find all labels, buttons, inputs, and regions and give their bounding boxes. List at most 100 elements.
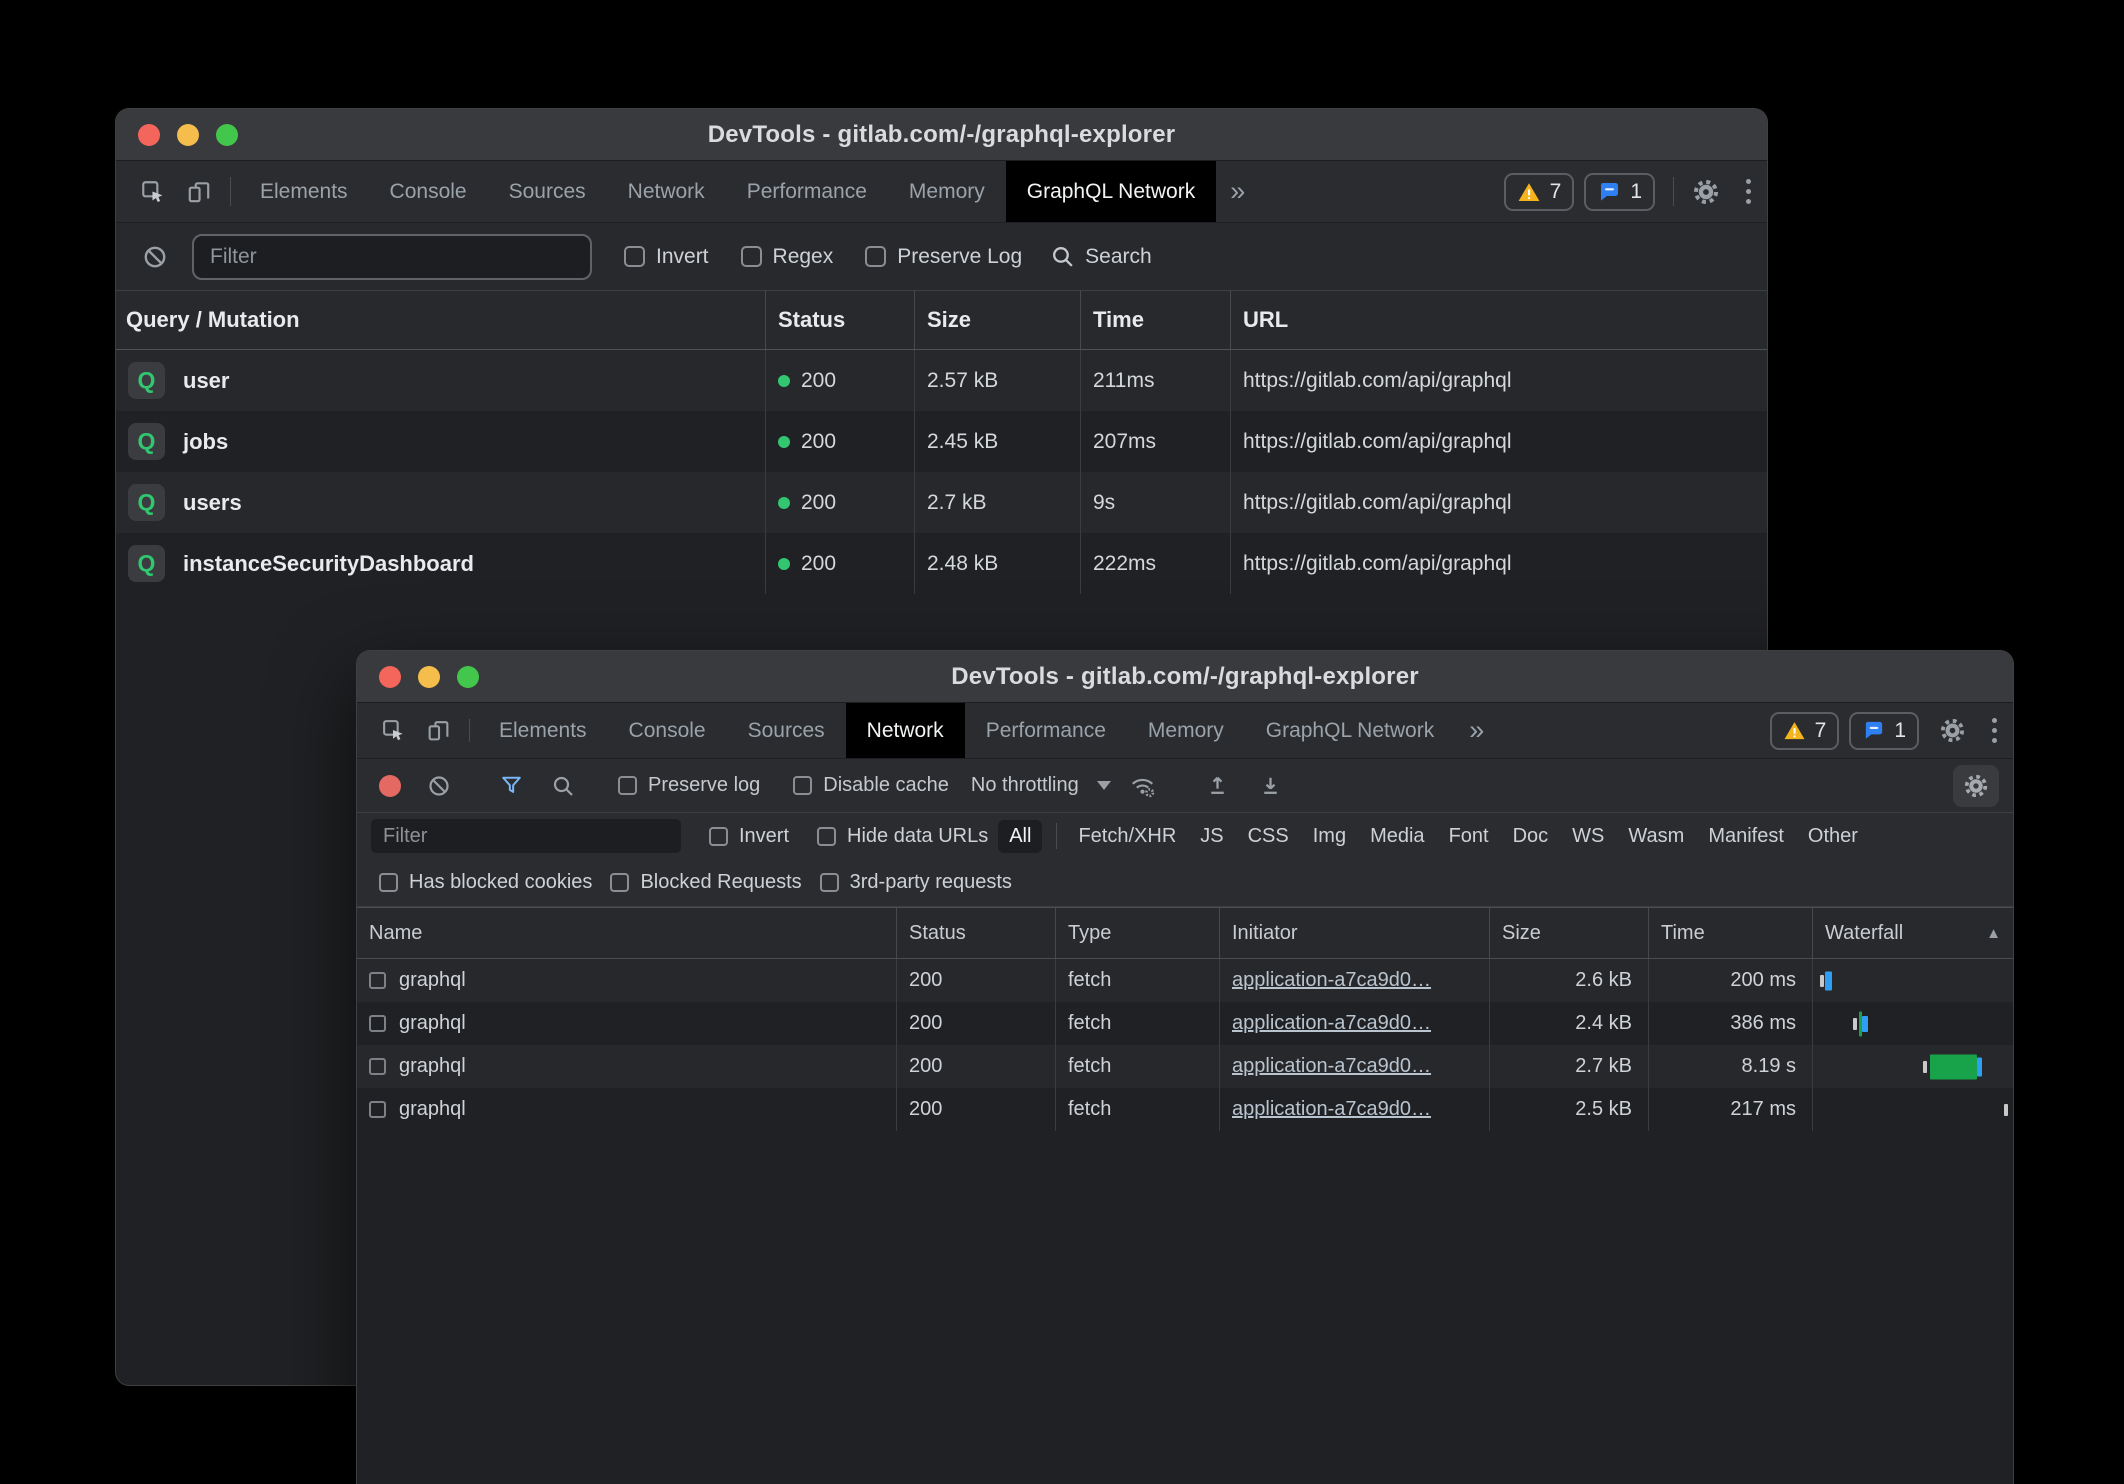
throttling-dropdown[interactable]: No throttling xyxy=(971,774,1111,797)
network-conditions-icon[interactable] xyxy=(1119,773,1166,799)
settings-gear-icon[interactable] xyxy=(1929,703,1976,758)
titlebar[interactable]: DevTools - gitlab.com/-/graphql-explorer xyxy=(357,651,2013,703)
blocked-requests-checkbox[interactable] xyxy=(610,873,629,892)
tab-elements[interactable]: Elements xyxy=(239,161,369,222)
inspect-element-icon[interactable] xyxy=(371,703,416,758)
device-toolbar-icon[interactable] xyxy=(176,161,222,222)
column-query-mutation[interactable]: Query / Mutation xyxy=(116,291,766,349)
minimize-window-button[interactable] xyxy=(418,666,440,688)
filter-type-doc[interactable]: Doc xyxy=(1506,820,1556,853)
network-request-row[interactable]: graphql 200 fetch application-a7ca9d0… 2… xyxy=(357,959,2013,1002)
search-icon[interactable] xyxy=(541,774,585,798)
column-name[interactable]: Name xyxy=(357,908,897,958)
table-row[interactable]: Quser 200 2.57 kB 211ms https://gitlab.c… xyxy=(116,350,1767,411)
filter-type-other[interactable]: Other xyxy=(1801,820,1865,853)
tab-memory[interactable]: Memory xyxy=(1127,703,1245,758)
inspect-element-icon[interactable] xyxy=(130,161,176,222)
initiator-link[interactable]: application-a7ca9d0… xyxy=(1232,1012,1431,1035)
initiator-link[interactable]: application-a7ca9d0… xyxy=(1232,1055,1431,1078)
more-tabs-icon[interactable]: » xyxy=(1455,703,1498,758)
network-request-row[interactable]: graphql 200 fetch application-a7ca9d0… 2… xyxy=(357,1002,2013,1045)
tab-console[interactable]: Console xyxy=(608,703,727,758)
tab-graphql-network[interactable]: GraphQL Network xyxy=(1245,703,1455,758)
minimize-window-button[interactable] xyxy=(177,124,199,146)
initiator-link[interactable]: application-a7ca9d0… xyxy=(1232,969,1431,992)
regex-checkbox[interactable] xyxy=(741,246,762,267)
table-row[interactable]: Qjobs 200 2.45 kB 207ms https://gitlab.c… xyxy=(116,411,1767,472)
tab-sources[interactable]: Sources xyxy=(727,703,846,758)
filter-input[interactable] xyxy=(192,234,592,280)
tab-sources[interactable]: Sources xyxy=(488,161,607,222)
tab-elements[interactable]: Elements xyxy=(478,703,608,758)
column-initiator[interactable]: Initiator xyxy=(1220,908,1490,958)
import-har-icon[interactable] xyxy=(1195,773,1240,798)
search-control[interactable]: Search xyxy=(1050,244,1152,269)
hide-data-urls-checkbox[interactable] xyxy=(817,827,836,846)
column-size[interactable]: Size xyxy=(915,291,1081,349)
issues-badge[interactable]: 1 xyxy=(1584,173,1655,211)
filter-type-fetch-xhr[interactable]: Fetch/XHR xyxy=(1071,820,1183,853)
filter-type-js[interactable]: JS xyxy=(1193,820,1230,853)
filter-type-all[interactable]: All xyxy=(998,820,1042,853)
titlebar[interactable]: DevTools - gitlab.com/-/graphql-explorer xyxy=(116,109,1767,161)
filter-type-wasm[interactable]: Wasm xyxy=(1621,820,1691,853)
third-party-requests-checkbox[interactable] xyxy=(820,873,839,892)
column-time[interactable]: Time xyxy=(1081,291,1231,349)
tab-console[interactable]: Console xyxy=(369,161,488,222)
warnings-badge[interactable]: 7 xyxy=(1504,173,1575,211)
export-har-icon[interactable] xyxy=(1248,773,1293,798)
row-checkbox[interactable] xyxy=(369,1015,386,1032)
tab-network[interactable]: Network xyxy=(607,161,726,222)
more-options-kebab-icon[interactable] xyxy=(1730,161,1767,222)
table-row[interactable]: QinstanceSecurityDashboard 200 2.48 kB 2… xyxy=(116,533,1767,594)
issues-badge[interactable]: 1 xyxy=(1849,712,1919,750)
initiator-link[interactable]: application-a7ca9d0… xyxy=(1232,1098,1431,1121)
preserve-log-checkbox[interactable] xyxy=(618,776,637,795)
filter-type-img[interactable]: Img xyxy=(1306,820,1353,853)
network-settings-gear-icon[interactable] xyxy=(1953,765,1999,807)
network-filter-input[interactable] xyxy=(371,819,681,853)
column-size[interactable]: Size xyxy=(1490,908,1649,958)
column-time[interactable]: Time xyxy=(1649,908,1813,958)
device-toolbar-icon[interactable] xyxy=(416,703,461,758)
warnings-badge[interactable]: 7 xyxy=(1770,712,1840,750)
close-window-button[interactable] xyxy=(379,666,401,688)
invert-checkbox[interactable] xyxy=(709,827,728,846)
invert-checkbox[interactable] xyxy=(624,246,645,267)
more-tabs-icon[interactable]: » xyxy=(1216,161,1259,222)
sort-ascending-icon[interactable]: ▲ xyxy=(1986,925,2001,942)
network-request-row[interactable]: graphql 200 fetch application-a7ca9d0… 2… xyxy=(357,1088,2013,1131)
disable-cache-checkbox[interactable] xyxy=(793,776,812,795)
clear-icon[interactable] xyxy=(417,774,461,798)
record-network-log-icon[interactable] xyxy=(379,775,401,797)
filter-type-ws[interactable]: WS xyxy=(1565,820,1611,853)
column-url[interactable]: URL xyxy=(1231,291,1768,349)
column-status[interactable]: Status xyxy=(766,291,915,349)
filter-funnel-icon[interactable] xyxy=(490,775,533,797)
network-request-row[interactable]: graphql 200 fetch application-a7ca9d0… 2… xyxy=(357,1045,2013,1088)
close-window-button[interactable] xyxy=(138,124,160,146)
filter-type-font[interactable]: Font xyxy=(1442,820,1496,853)
zoom-window-button[interactable] xyxy=(457,666,479,688)
has-blocked-cookies-checkbox[interactable] xyxy=(379,873,398,892)
row-checkbox[interactable] xyxy=(369,972,386,989)
filter-type-media[interactable]: Media xyxy=(1363,820,1431,853)
row-checkbox[interactable] xyxy=(369,1101,386,1118)
zoom-window-button[interactable] xyxy=(216,124,238,146)
column-waterfall[interactable]: Waterfall ▲ xyxy=(1813,908,2014,958)
filter-type-manifest[interactable]: Manifest xyxy=(1701,820,1791,853)
more-options-kebab-icon[interactable] xyxy=(1976,703,2013,758)
tab-network[interactable]: Network xyxy=(846,703,965,758)
table-row[interactable]: Qusers 200 2.7 kB 9s https://gitlab.com/… xyxy=(116,472,1767,533)
tab-memory[interactable]: Memory xyxy=(888,161,1006,222)
clear-icon[interactable] xyxy=(132,244,178,270)
row-checkbox[interactable] xyxy=(369,1058,386,1075)
tab-performance[interactable]: Performance xyxy=(726,161,888,222)
filter-type-css[interactable]: CSS xyxy=(1241,820,1296,853)
column-status[interactable]: Status xyxy=(897,908,1056,958)
tab-performance[interactable]: Performance xyxy=(965,703,1127,758)
column-type[interactable]: Type xyxy=(1056,908,1220,958)
tab-graphql-network[interactable]: GraphQL Network xyxy=(1006,161,1216,222)
preserve-log-checkbox[interactable] xyxy=(865,246,886,267)
settings-gear-icon[interactable] xyxy=(1682,161,1730,222)
